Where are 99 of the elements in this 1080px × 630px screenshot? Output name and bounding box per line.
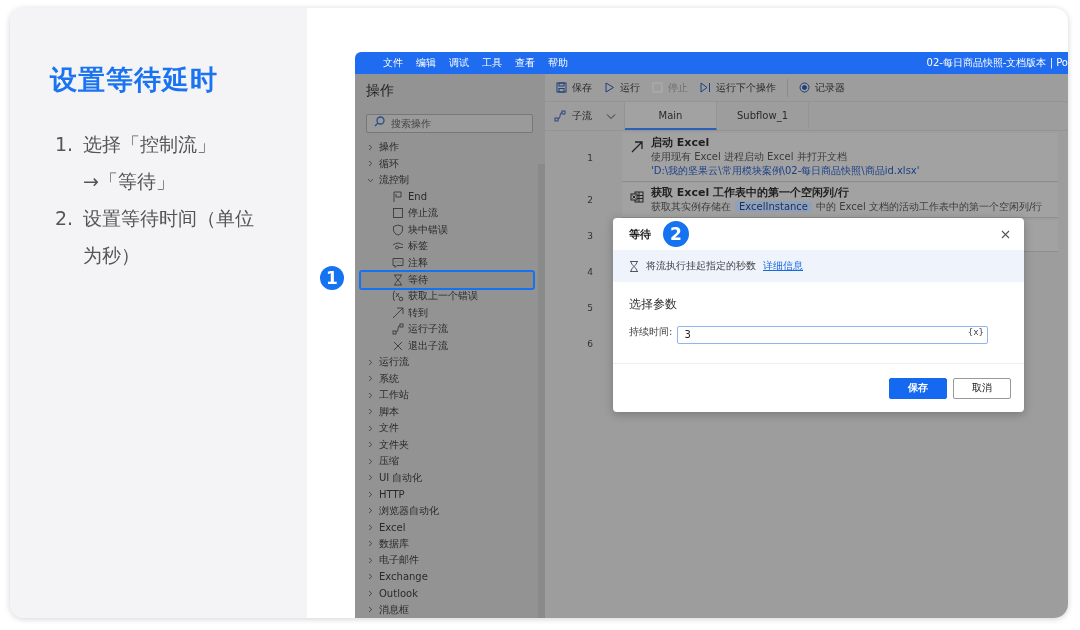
tree-group[interactable]: 文件夹 (355, 436, 537, 453)
step-text: →「等待」 (83, 169, 176, 194)
scrollbar[interactable] (538, 164, 545, 618)
step-text: 选择「控制流」 (83, 132, 216, 157)
dialog-title: 等待 (629, 226, 651, 242)
tree-group[interactable]: 操作 (355, 139, 537, 156)
tree-group[interactable]: 流控制 (355, 172, 537, 189)
toolbar-button[interactable]: 运行 (599, 78, 645, 97)
close-icon (1001, 229, 1010, 239)
action-description: 使用现有 Excel 进程启动 Excel 并打开文档 (651, 151, 847, 162)
step-icon (700, 82, 711, 93)
tree-item[interactable]: 标签 (359, 238, 535, 255)
action-description: 获取其实例存储在 (651, 200, 731, 212)
line-number: 3 (586, 231, 594, 241)
menu-item[interactable]: 编辑 (416, 56, 436, 70)
menu-item[interactable]: 查看 (515, 56, 535, 70)
tree-group[interactable]: 压缩 (355, 453, 537, 470)
variable-button[interactable]: {x} (967, 326, 984, 338)
menu-item[interactable]: 文件 (383, 56, 403, 70)
section-heading: 选择参数 (629, 296, 678, 313)
subflow-icon (553, 110, 566, 122)
tree-group[interactable]: 运行流 (355, 354, 537, 371)
tree-item[interactable]: 块中错误 (359, 221, 535, 238)
save-button[interactable]: 保存 (889, 377, 947, 399)
info-text: 将流执行挂起指定的秒数 (646, 259, 756, 273)
play-icon (604, 82, 615, 93)
error-icon (392, 290, 404, 303)
action-title: 获取 Excel 工作表中的第一个空闲列/行 (651, 185, 851, 200)
cross-icon (392, 339, 404, 352)
tree-item[interactable]: 转到 (359, 304, 535, 321)
menu-item[interactable]: 帮助 (548, 56, 568, 70)
flow-tab[interactable]: Subflow_1 (717, 102, 809, 130)
toolbar-button[interactable]: 记录器 (794, 78, 850, 97)
cancel-button[interactable]: 取消 (953, 377, 1011, 399)
hourglass-icon (629, 260, 639, 272)
arrow-icon (630, 140, 644, 154)
tree-item[interactable]: 等待 (359, 269, 535, 290)
tree-group[interactable]: UI 自动化 (355, 469, 537, 486)
chevron-right-icon (367, 606, 374, 614)
comment-icon (392, 256, 404, 269)
tree-group[interactable]: 循环 (355, 155, 537, 172)
line-number: 6 (586, 339, 594, 349)
shield-icon (392, 223, 404, 236)
chevron-down-icon (367, 176, 374, 184)
square-icon (392, 207, 404, 220)
tree-group[interactable]: 系统 (355, 370, 537, 387)
tree-group[interactable]: 工作站 (355, 387, 537, 404)
menu-item[interactable]: 调试 (449, 56, 469, 70)
tree-item[interactable]: End (359, 188, 535, 205)
menu-item[interactable]: 工具 (482, 56, 502, 70)
window-title: 02-每日商品快照-文档版本 | Po (926, 56, 1068, 70)
tree-group[interactable]: 浏览器自动化 (355, 502, 537, 519)
step-number: 2. (55, 206, 75, 231)
arrow-icon (392, 306, 404, 319)
flow-tab[interactable]: Main (625, 102, 717, 130)
subflow-icon (392, 323, 404, 336)
chevron-right-icon (367, 358, 374, 366)
line-number: 2 (586, 195, 594, 205)
line-number: 5 (586, 303, 594, 313)
tree-group[interactable]: 电子邮件 (355, 552, 537, 569)
tree-item[interactable]: 退出子流 (359, 337, 535, 354)
flag-icon (392, 190, 404, 203)
record-icon (799, 82, 810, 93)
save-icon (556, 82, 567, 93)
toolbar-button[interactable]: 运行下个操作 (695, 78, 781, 97)
chevron-down-icon (605, 112, 616, 120)
tree-group[interactable]: 消息框 (355, 601, 537, 618)
step-number: 1. (55, 132, 75, 157)
chevron-right-icon (367, 160, 374, 168)
line-number: 4 (586, 267, 594, 277)
field-label: 持续时间: (629, 325, 673, 339)
tree-group[interactable]: Exchange (355, 568, 537, 585)
action-card[interactable]: 启动 Excel 使用现有 Excel 进程启动 Excel 并打开文档 'D:\我的坚果云\常用模块案例\02-每日商品快照\商品id.xlsx' (622, 133, 1058, 182)
tree-item[interactable]: 停止流 (359, 205, 535, 222)
callout-badge: 2 (661, 219, 691, 249)
step-text: 为秒） (83, 243, 141, 268)
action-title: 启动 Excel (651, 136, 711, 150)
callout-badge: 1 (318, 264, 346, 292)
pane-title: 操作 (366, 81, 395, 100)
step-text: 设置等待时间（单位 (83, 206, 254, 231)
tutorial-title: 设置等待延时 (50, 63, 219, 97)
tree-group[interactable]: HTTP (355, 486, 537, 503)
tree-group[interactable]: Excel (355, 519, 537, 536)
file-path: 'D:\我的坚果云\常用模块案例\02-每日商品快照\商品id.xlsx' (651, 164, 920, 178)
search-field[interactable]: 搜索操作 (366, 114, 533, 133)
tree-item[interactable]: 运行子流 (359, 321, 535, 338)
tree-group[interactable]: Outlook (355, 585, 537, 602)
line-number: 1 (586, 152, 594, 163)
tree-group[interactable]: 文件 (355, 420, 537, 437)
tag-icon (392, 240, 404, 253)
tree-item[interactable]: 注释 (359, 254, 535, 271)
variable-chip: ExcelInstance (735, 200, 813, 212)
details-link[interactable]: 详细信息 (763, 259, 803, 273)
hourglass-icon (392, 273, 404, 286)
spreadsheet-icon (630, 189, 644, 204)
chevron-right-icon (367, 143, 374, 151)
toolbar-button[interactable]: 保存 (551, 78, 597, 97)
tree-group[interactable]: 数据库 (355, 535, 537, 552)
tree-group[interactable]: 脚本 (355, 403, 537, 420)
